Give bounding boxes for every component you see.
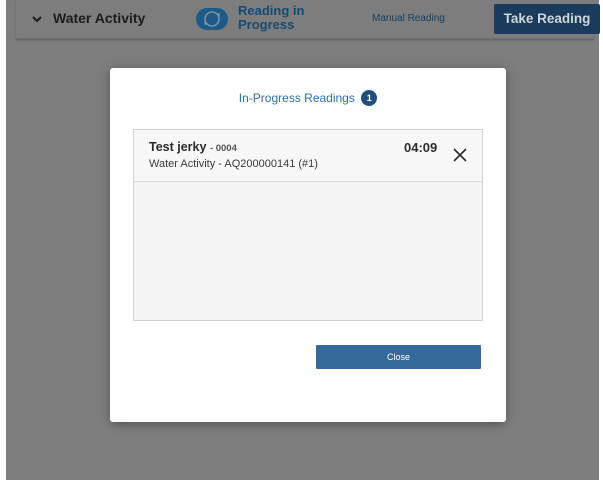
app-header: Water Activity Reading in Progress Manua… <box>16 0 600 39</box>
close-button[interactable]: Close <box>316 345 481 369</box>
reading-status: Reading in Progress <box>238 4 328 32</box>
reading-name-text: Test jerky <box>149 140 207 154</box>
in-progress-readings-dialog: In-Progress Readings 1 Test jerky - 0004… <box>110 68 506 422</box>
sync-icon <box>196 8 228 30</box>
reading-subtitle: Water Activity - AQ200000141 (#1) <box>149 158 318 170</box>
list-item[interactable]: Test jerky - 0004 Water Activity - AQ200… <box>134 130 482 182</box>
reading-id: - 0004 <box>209 143 237 154</box>
readings-list: Test jerky - 0004 Water Activity - AQ200… <box>133 129 483 321</box>
dialog-title: In-Progress Readings 1 <box>110 90 506 106</box>
reading-name: Test jerky - 0004 <box>149 140 237 154</box>
close-icon[interactable] <box>452 147 468 163</box>
reading-timer: 04:09 <box>404 140 438 155</box>
manual-reading-link[interactable]: Manual Reading <box>372 13 445 24</box>
dialog-title-text: In-Progress Readings <box>238 91 355 105</box>
chevron-down-icon[interactable] <box>30 12 44 26</box>
section-title: Water Activity <box>53 10 146 26</box>
take-reading-button[interactable]: Take Reading <box>494 4 600 34</box>
reading-status-line2: Progress <box>238 17 295 32</box>
reading-status-line1: Reading in <box>238 3 305 18</box>
count-badge: 1 <box>361 90 378 106</box>
